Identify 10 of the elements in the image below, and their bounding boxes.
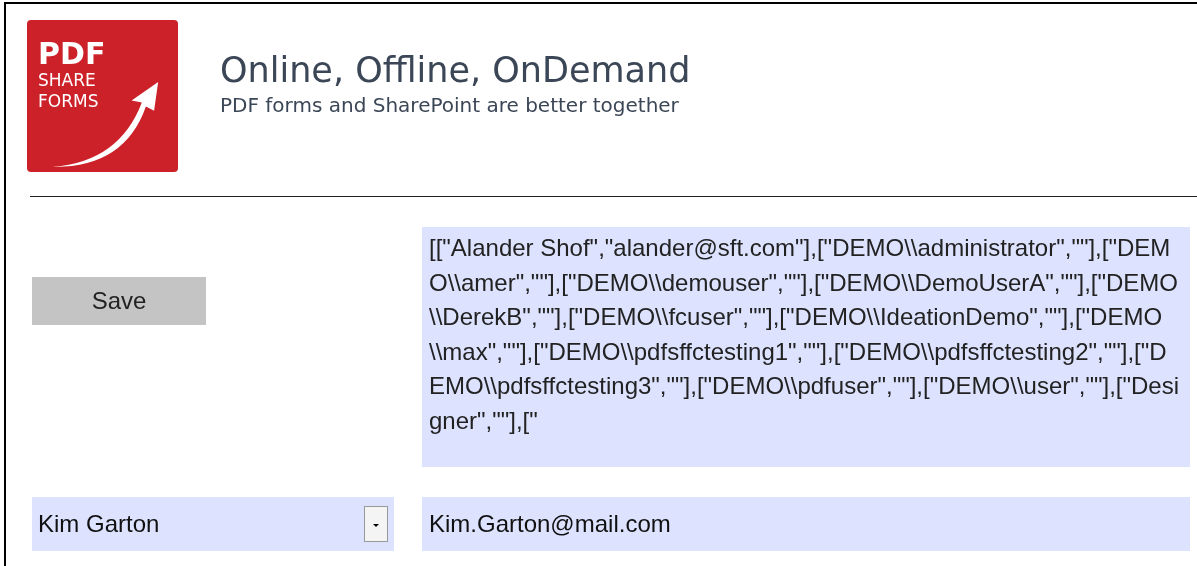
logo-text: SHARE: [38, 70, 96, 91]
user-dropdown[interactable]: Kim Garton: [32, 497, 394, 551]
dropdown-caret-icon[interactable]: [364, 506, 388, 542]
subtitle: PDF forms and SharePoint are better together: [220, 92, 680, 118]
save-button[interactable]: Save: [32, 277, 206, 325]
logo-text: PDF: [38, 38, 106, 70]
users-text-area[interactable]: [["Alander Shof","alander@sft.com"],["DEMO\\administrator",""],["DEMO\\amer",""],["DEMO\\demouser",""],["DEMO\\DemoUserA",""],["DEMO\\DerekB",""],["DEMO\\fcuser",""],["DEMO\\IdeationDemo",""],["DEMO\\max",""],["DEMO\\pdfsffctesting1",""],["DEMO\\pdfsffctesting2",""],["DEMO\\pdfsffctesting3",""],["DEMO\\pdfuser",""],["DEMO\\user",""],["Designer",""],[": [422, 227, 1190, 467]
logo-text: FORMS: [38, 91, 99, 112]
email-field[interactable]: Kim.Garton@mail.com: [422, 497, 1190, 551]
title: Online, Offline, OnDemand: [220, 49, 691, 92]
